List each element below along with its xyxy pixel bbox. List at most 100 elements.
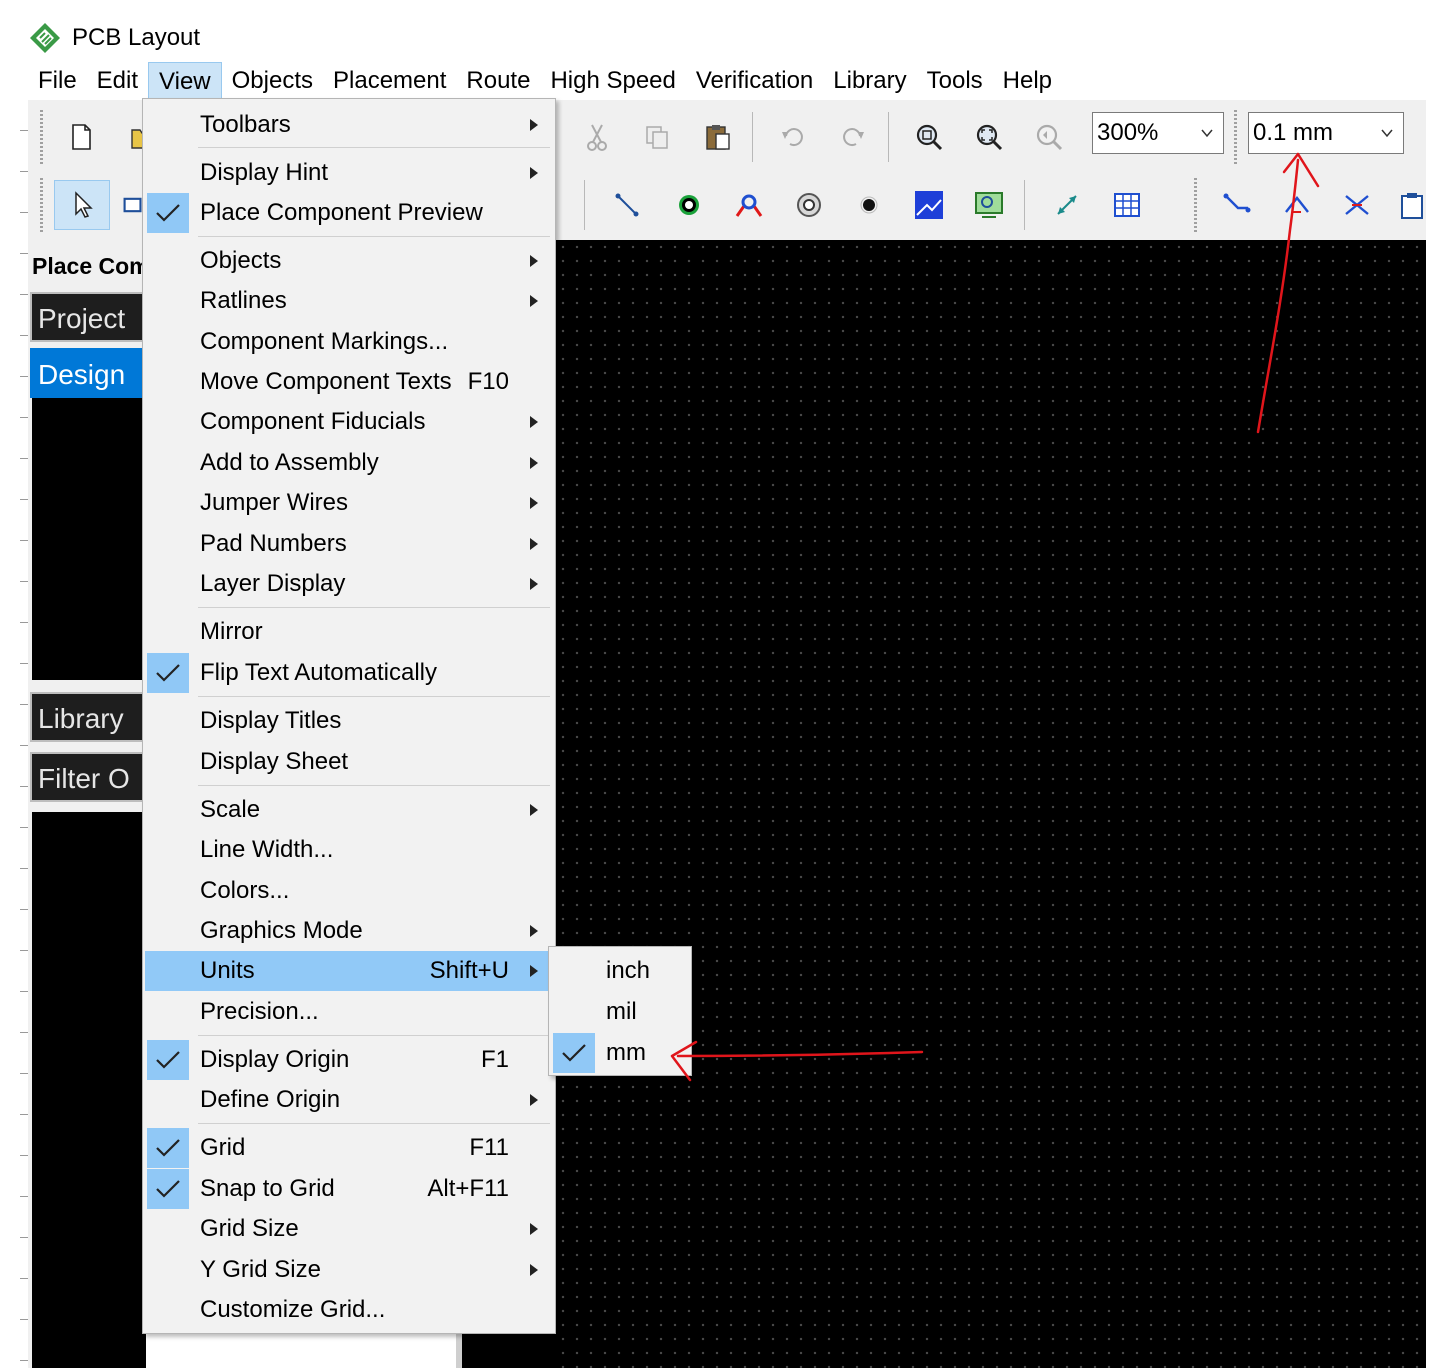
zoom-fit-button[interactable] xyxy=(964,112,1014,162)
menu-placement[interactable]: Placement xyxy=(323,62,456,100)
menu-item-display-sheet[interactable]: Display Sheet xyxy=(145,742,553,782)
menu-item-label: Precision... xyxy=(200,998,319,1025)
menu-item-display-hint[interactable]: Display Hint xyxy=(145,153,553,193)
menu-item-units[interactable]: Units Shift+U xyxy=(145,951,553,991)
menu-item-shortcut: Shift+U xyxy=(429,957,509,984)
menu-item-colors[interactable]: Colors... xyxy=(145,871,553,911)
units-inch[interactable]: inch xyxy=(551,951,689,991)
paste-button[interactable] xyxy=(692,112,742,162)
menu-item-display-origin[interactable]: Display Origin F1 xyxy=(145,1040,553,1080)
menu-item-display-titles[interactable]: Display Titles xyxy=(145,701,553,741)
picture-tool-button[interactable] xyxy=(964,180,1014,230)
menu-file[interactable]: File xyxy=(28,62,87,100)
line-tool-button[interactable] xyxy=(602,180,652,230)
menu-item-mirror[interactable]: Mirror xyxy=(145,612,553,652)
hole-tool-button[interactable] xyxy=(844,180,894,230)
units-mil[interactable]: mil xyxy=(551,992,689,1032)
menu-item-ratlines[interactable]: Ratlines xyxy=(145,281,553,321)
route-trace-icon xyxy=(1223,193,1251,213)
menu-item-scale[interactable]: Scale xyxy=(145,790,553,830)
menu-item-pad-numbers[interactable]: Pad Numbers xyxy=(145,524,553,564)
zoom-in-button[interactable] xyxy=(904,112,954,162)
table-tool-button[interactable] xyxy=(1102,180,1152,230)
app-logo-icon xyxy=(30,23,60,53)
menu-item-customize-grid[interactable]: Customize Grid... xyxy=(145,1290,553,1330)
dimension-tool-button[interactable] xyxy=(1042,180,1092,230)
select-tool-button[interactable] xyxy=(54,180,110,230)
menu-item-y-grid-size[interactable]: Y Grid Size xyxy=(145,1250,553,1290)
copy-button[interactable] xyxy=(632,112,682,162)
menu-item-label: Define Origin xyxy=(200,1086,341,1113)
zoom-previous-button[interactable] xyxy=(1024,112,1074,162)
menu-high-speed[interactable]: High Speed xyxy=(540,62,685,100)
cut-button[interactable] xyxy=(572,112,622,162)
menu-item-grid[interactable]: Grid F11 xyxy=(145,1128,553,1168)
submenu-arrow-icon xyxy=(530,457,538,469)
menu-item-objects[interactable]: Objects xyxy=(145,241,553,281)
project-panel: Place Com Project Design Library Filter … xyxy=(28,240,146,1368)
via-icon xyxy=(797,193,821,217)
submenu-arrow-icon xyxy=(530,255,538,267)
copper-pour-tool-button[interactable] xyxy=(904,180,954,230)
split-route-button[interactable] xyxy=(1272,180,1322,230)
via-tool-button[interactable] xyxy=(784,180,834,230)
new-file-button[interactable] xyxy=(56,112,106,162)
library-list[interactable] xyxy=(32,812,146,1368)
menu-item-define-origin[interactable]: Define Origin xyxy=(145,1080,553,1120)
menu-item-label: Component Fiducials xyxy=(200,408,426,435)
frame-tool-button[interactable] xyxy=(114,180,144,230)
menu-item-toolbars[interactable]: Toolbars xyxy=(145,105,553,145)
menu-library[interactable]: Library xyxy=(823,62,916,100)
menu-view[interactable]: View xyxy=(148,62,222,100)
menu-item-place-component-preview[interactable]: Place Component Preview xyxy=(145,193,553,233)
toolbar-grip[interactable] xyxy=(1194,178,1197,232)
menu-item-move-component-texts[interactable]: Move Component Texts F10 xyxy=(145,362,553,402)
grid-size-combo[interactable]: 0.1 mm xyxy=(1248,112,1404,154)
menu-tools[interactable]: Tools xyxy=(917,62,993,100)
pad-tool-button[interactable] xyxy=(664,180,714,230)
toolbar-grip[interactable] xyxy=(1234,110,1237,164)
menu-item-label: Display Titles xyxy=(200,707,342,734)
unroute-button[interactable] xyxy=(1332,180,1382,230)
design-tree[interactable] xyxy=(32,398,146,680)
menu-item-shortcut: Alt+F11 xyxy=(427,1175,509,1202)
submenu-arrow-icon xyxy=(530,578,538,590)
design-tab[interactable]: Design xyxy=(30,348,146,398)
zoom-value: 300% xyxy=(1097,119,1159,146)
menu-item-jumper-wires[interactable]: Jumper Wires xyxy=(145,483,553,523)
units-mm[interactable]: mm xyxy=(551,1033,689,1073)
project-tab[interactable]: Project xyxy=(30,292,146,342)
menu-item-layer-display[interactable]: Layer Display xyxy=(145,564,553,604)
toolbar-grip[interactable] xyxy=(40,110,43,164)
menu-item-label: Mirror xyxy=(200,618,263,645)
menu-item-precision[interactable]: Precision... xyxy=(145,992,553,1032)
menu-item-shortcut: F1 xyxy=(480,1046,509,1073)
zoom-combo[interactable]: 300% xyxy=(1092,112,1224,154)
checkmark-icon xyxy=(147,1040,189,1080)
component-tool-button[interactable] xyxy=(724,180,774,230)
menu-route[interactable]: Route xyxy=(456,62,540,100)
menu-item-flip-text[interactable]: Flip Text Automatically xyxy=(145,653,553,693)
menu-help[interactable]: Help xyxy=(993,62,1062,100)
library-tab[interactable]: Library xyxy=(30,692,146,742)
filter-tab[interactable]: Filter O xyxy=(30,752,146,802)
redo-button[interactable] xyxy=(828,112,878,162)
menu-edit[interactable]: Edit xyxy=(87,62,148,100)
menu-objects[interactable]: Objects xyxy=(222,62,323,100)
menu-item-label: Jumper Wires xyxy=(200,489,349,516)
undo-button[interactable] xyxy=(768,112,818,162)
menu-item-component-markings[interactable]: Component Markings... xyxy=(145,322,553,362)
menu-item-snap-to-grid[interactable]: Snap to Grid Alt+F11 xyxy=(145,1169,553,1209)
route-tool-button[interactable] xyxy=(1212,180,1262,230)
menu-verification[interactable]: Verification xyxy=(686,62,823,100)
cut-icon xyxy=(587,124,607,151)
report-button[interactable] xyxy=(1392,180,1426,230)
menu-item-graphics-mode[interactable]: Graphics Mode xyxy=(145,911,553,951)
toolbar-grip[interactable] xyxy=(40,178,43,232)
menu-item-grid-size[interactable]: Grid Size xyxy=(145,1209,553,1249)
menu-item-add-to-assembly[interactable]: Add to Assembly xyxy=(145,443,553,483)
menu-item-label: Display Origin xyxy=(200,1046,350,1073)
menu-item-component-fiducials[interactable]: Component Fiducials xyxy=(145,402,553,442)
pcb-canvas[interactable] xyxy=(556,240,1426,1368)
menu-item-line-width[interactable]: Line Width... xyxy=(145,830,553,870)
